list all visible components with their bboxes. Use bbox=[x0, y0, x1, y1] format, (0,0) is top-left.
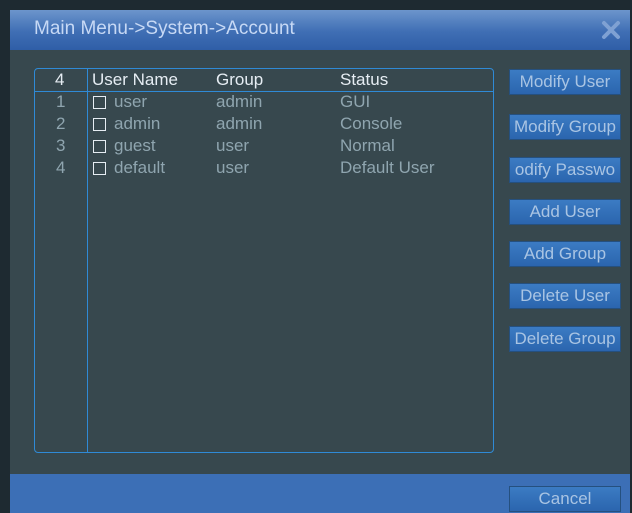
close-icon[interactable] bbox=[600, 19, 622, 41]
row-status: Console bbox=[340, 114, 403, 133]
row-checkbox[interactable] bbox=[93, 162, 106, 175]
row-checkbox[interactable] bbox=[93, 118, 106, 131]
row-status: Default User bbox=[340, 158, 435, 177]
cancel-button[interactable]: Cancel bbox=[509, 486, 621, 512]
row-index: 3 bbox=[56, 136, 66, 155]
status-header: Status bbox=[340, 70, 389, 89]
column-divider bbox=[87, 69, 88, 452]
row-checkbox[interactable] bbox=[93, 96, 106, 109]
add-group-button[interactable]: Add Group bbox=[509, 241, 621, 267]
row-user-name: user bbox=[114, 92, 148, 111]
delete-user-button[interactable]: Delete User bbox=[509, 283, 621, 309]
row-user-name: admin bbox=[114, 114, 161, 133]
row-user-name: default bbox=[114, 158, 166, 177]
row-status: Normal bbox=[340, 136, 395, 155]
row-index: 1 bbox=[56, 92, 66, 111]
user-name-header: User Name bbox=[92, 70, 178, 89]
row-index: 4 bbox=[56, 158, 66, 177]
row-checkbox[interactable] bbox=[93, 140, 106, 153]
user-table: 4 User Name Group Status 1 user admin GU… bbox=[34, 68, 494, 453]
row-index: 2 bbox=[56, 114, 66, 133]
add-user-button[interactable]: Add User bbox=[509, 199, 621, 225]
header-divider bbox=[35, 91, 493, 92]
account-window: Main Menu->System->Account 4 User Name G… bbox=[10, 10, 630, 513]
modify-group-button[interactable]: Modify Group bbox=[509, 114, 621, 140]
row-group: admin bbox=[216, 92, 263, 111]
user-count-header: 4 bbox=[55, 70, 65, 89]
modify-password-button[interactable]: odify Passwo bbox=[509, 157, 621, 183]
row-group: admin bbox=[216, 114, 263, 133]
title-bar: Main Menu->System->Account bbox=[10, 10, 630, 50]
modify-user-button[interactable]: Modify User bbox=[509, 69, 621, 95]
row-user-name: guest bbox=[114, 136, 156, 155]
row-group: user bbox=[216, 158, 250, 177]
group-header: Group bbox=[216, 70, 264, 89]
window-title: Main Menu->System->Account bbox=[34, 18, 295, 39]
row-group: user bbox=[216, 136, 250, 155]
delete-group-button[interactable]: Delete Group bbox=[509, 326, 621, 352]
row-status: GUI bbox=[340, 92, 371, 111]
